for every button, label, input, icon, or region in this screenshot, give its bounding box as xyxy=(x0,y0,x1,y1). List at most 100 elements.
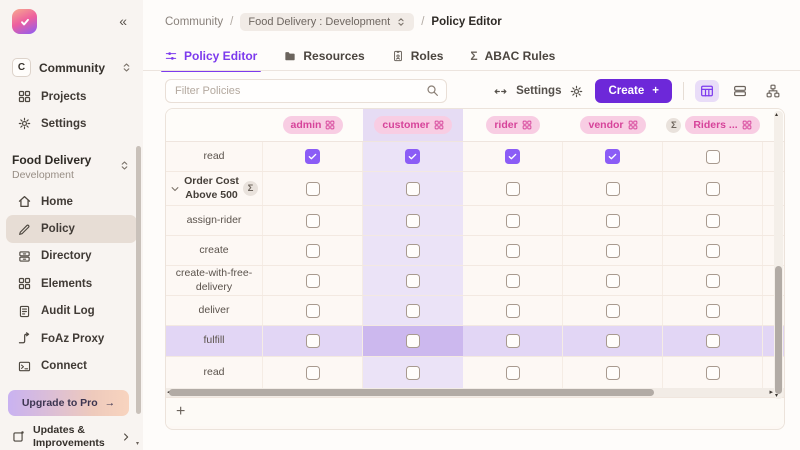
view-tree-button[interactable] xyxy=(761,80,785,102)
permission-cell xyxy=(263,172,363,205)
permission-cell xyxy=(463,266,563,295)
view-table-button[interactable] xyxy=(695,80,719,102)
permission-checkbox[interactable] xyxy=(706,244,720,258)
permission-checkbox[interactable] xyxy=(406,244,420,258)
policy-row-label-cell: deliver xyxy=(166,296,263,325)
permission-checkbox[interactable] xyxy=(406,366,420,380)
permission-checkbox[interactable] xyxy=(706,334,720,348)
breadcrumb-org[interactable]: Community xyxy=(165,16,223,28)
sidebar-item-home[interactable]: Home xyxy=(6,188,137,215)
sidebar-item-connect[interactable]: Connect xyxy=(6,352,137,379)
role-pill[interactable]: Riders ... xyxy=(685,116,759,134)
permission-checkbox[interactable] xyxy=(306,274,320,288)
role-pill[interactable]: admin xyxy=(283,116,344,134)
permission-checkbox[interactable] xyxy=(706,304,720,318)
project-env-switcher[interactable]: Food Delivery Development xyxy=(12,153,130,181)
permission-checkbox[interactable] xyxy=(406,182,420,196)
policy-row-label-cell: read xyxy=(166,357,263,388)
permission-checkbox[interactable] xyxy=(706,366,720,380)
upgrade-to-pro-button[interactable]: Upgrade to Pro → xyxy=(8,390,129,416)
gear-icon[interactable] xyxy=(570,85,583,98)
sidebar-item-label: Elements xyxy=(41,278,92,290)
permission-checkbox[interactable] xyxy=(706,274,720,288)
sidebar-item-settings[interactable]: Settings xyxy=(6,110,137,137)
breadcrumb-project-env-selector[interactable]: Food Delivery : Development xyxy=(240,13,414,31)
permission-checkbox[interactable] xyxy=(505,149,520,164)
role-pill[interactable]: customer xyxy=(374,116,451,134)
org-switcher[interactable]: C Community xyxy=(12,58,132,77)
permission-checkbox[interactable] xyxy=(506,366,520,380)
permission-cell xyxy=(663,172,763,205)
sidebar-scrollbar[interactable] xyxy=(136,146,141,446)
tab-roles[interactable]: Roles xyxy=(392,42,444,69)
create-button[interactable]: Create + xyxy=(595,79,672,103)
permission-checkbox[interactable] xyxy=(506,244,520,258)
horizontal-scrollbar-thumb[interactable] xyxy=(169,389,654,396)
scroll-down-icon[interactable]: ▾ xyxy=(136,440,139,447)
permission-checkbox[interactable] xyxy=(706,214,720,228)
tab-resources[interactable]: Resources xyxy=(284,42,364,69)
role-pill[interactable]: rider xyxy=(486,116,539,134)
sidebar-item-foaz-proxy[interactable]: FoAz Proxy xyxy=(6,325,137,352)
permission-checkbox[interactable] xyxy=(306,304,320,318)
permission-checkbox[interactable] xyxy=(605,149,620,164)
gear-icon xyxy=(18,117,31,130)
sidebar-item-updates[interactable]: Updates & Improvements xyxy=(8,424,135,449)
permission-checkbox[interactable] xyxy=(406,304,420,318)
sidebar-item-audit-log[interactable]: Audit Log xyxy=(6,298,137,325)
permission-cell xyxy=(463,236,563,265)
permission-checkbox[interactable] xyxy=(706,150,720,164)
sidebar-collapse-button[interactable]: « xyxy=(119,13,127,29)
vertical-scrollbar[interactable]: ▴ ▾ xyxy=(774,111,783,399)
breadcrumb-page: Policy Editor xyxy=(431,16,501,28)
sidebar-item-directory[interactable]: Directory xyxy=(6,243,137,270)
permission-checkbox[interactable] xyxy=(506,182,520,196)
permission-checkbox[interactable] xyxy=(706,182,720,196)
permission-checkbox[interactable] xyxy=(506,274,520,288)
permission-checkbox[interactable] xyxy=(306,366,320,380)
sidebar-top-nav: ProjectsSettings xyxy=(0,83,143,137)
vertical-scrollbar-thumb[interactable] xyxy=(775,266,782,394)
permission-checkbox[interactable] xyxy=(506,334,520,348)
permission-checkbox[interactable] xyxy=(306,244,320,258)
chevron-down-icon[interactable] xyxy=(170,184,180,194)
tab-policy-editor[interactable]: Policy Editor xyxy=(165,42,257,69)
app-logo[interactable] xyxy=(12,9,37,34)
view-table-icon xyxy=(700,84,714,98)
role-pill[interactable]: vendor xyxy=(580,116,645,134)
scroll-up-icon[interactable]: ▴ xyxy=(775,111,778,118)
permission-checkbox[interactable] xyxy=(305,149,320,164)
permission-checkbox[interactable] xyxy=(606,182,620,196)
policy-pen-icon xyxy=(18,223,31,236)
permission-checkbox[interactable] xyxy=(606,244,620,258)
scroll-right-icon[interactable]: ▸ xyxy=(769,388,773,397)
permission-checkbox[interactable] xyxy=(606,366,620,380)
horizontal-scrollbar[interactable]: ◂ ▸ xyxy=(166,388,784,397)
permission-checkbox[interactable] xyxy=(306,334,320,348)
permission-checkbox[interactable] xyxy=(406,274,420,288)
permission-checkbox[interactable] xyxy=(606,274,620,288)
sigma-icon: Σ xyxy=(470,49,477,63)
policy-row-label-cell: create xyxy=(166,236,263,265)
action-label: fulfill xyxy=(203,334,224,347)
permission-checkbox[interactable] xyxy=(406,334,420,348)
sidebar-item-policy[interactable]: Policy xyxy=(6,215,137,242)
sidebar-item-elements[interactable]: Elements xyxy=(6,270,137,297)
permission-checkbox[interactable] xyxy=(306,182,320,196)
permission-checkbox[interactable] xyxy=(405,149,420,164)
scroll-down-icon[interactable]: ▾ xyxy=(775,392,778,399)
sidebar-item-projects[interactable]: Projects xyxy=(6,83,137,110)
view-list-button[interactable] xyxy=(728,80,752,102)
permission-checkbox[interactable] xyxy=(606,304,620,318)
filter-policies-input[interactable] xyxy=(165,79,447,103)
permission-checkbox[interactable] xyxy=(506,214,520,228)
permission-checkbox[interactable] xyxy=(606,214,620,228)
permission-checkbox[interactable] xyxy=(406,214,420,228)
permission-checkbox[interactable] xyxy=(306,214,320,228)
tab-abac-rules[interactable]: ΣABAC Rules xyxy=(470,42,555,69)
sliders-icon xyxy=(165,50,177,62)
permission-checkbox[interactable] xyxy=(506,304,520,318)
permission-checkbox[interactable] xyxy=(606,334,620,348)
add-policy-button[interactable]: + xyxy=(176,404,185,420)
expand-columns-icon[interactable] xyxy=(494,85,507,98)
